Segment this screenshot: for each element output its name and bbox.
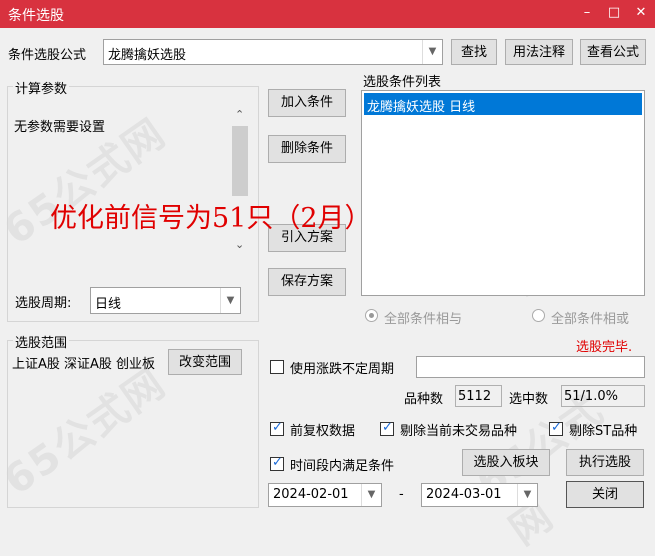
exclude-untraded-label: 剔除当前未交易品种 — [400, 424, 518, 439]
scroll-thumb[interactable] — [232, 126, 248, 196]
adjust-label: 前复权数据 — [290, 424, 356, 439]
delete-condition-button[interactable]: 删除条件 — [268, 135, 346, 163]
overlay-annotation: 优化前信号为51只（2月） — [50, 203, 372, 234]
adjust-checkbox[interactable]: ✓ — [270, 420, 284, 436]
execute-button[interactable]: 执行选股 — [566, 449, 644, 476]
chevron-down-icon[interactable]: ▼ — [422, 40, 442, 64]
count-label: 品种数 — [404, 392, 444, 407]
condition-list-label: 选股条件列表 — [363, 75, 442, 90]
exclude-untraded-checkbox[interactable]: ✓ — [380, 420, 394, 436]
or-label: 全部条件相或 — [551, 312, 630, 327]
window-title: 条件选股 — [8, 8, 64, 24]
time-range-label: 时间段内满足条件 — [290, 459, 395, 474]
close-icon[interactable]: ✕ — [630, 3, 652, 23]
selected-value-box: 51/1.0% — [561, 385, 645, 407]
params-text: 无参数需要设置 — [14, 120, 106, 135]
range-text: 上证A股 深证A股 创业板 — [12, 357, 156, 372]
exclude-st-checkbox[interactable]: ✓ — [549, 420, 563, 436]
check-icon: ✓ — [551, 420, 562, 435]
view-formula-button[interactable]: 查看公式 — [580, 39, 646, 65]
condition-item-text: 龙腾擒妖选股 日线 — [367, 100, 476, 115]
end-date-picker[interactable]: 2024-03-01 ▼ — [421, 483, 538, 507]
uncertain-period-input[interactable] — [416, 356, 645, 378]
and-radio[interactable] — [365, 309, 378, 322]
usage-button[interactable]: 用法注释 — [505, 39, 573, 65]
or-radio[interactable] — [532, 309, 545, 322]
find-button[interactable]: 查找 — [451, 39, 497, 65]
end-date-value: 2024-03-01 — [426, 487, 502, 502]
period-combo[interactable]: 日线 ▼ — [90, 287, 241, 314]
add-condition-button[interactable]: 加入条件 — [268, 89, 346, 117]
check-icon: ✓ — [272, 420, 283, 435]
and-label: 全部条件相与 — [384, 312, 463, 327]
chevron-down-icon[interactable]: ▼ — [220, 288, 240, 313]
maximize-icon[interactable]: □ — [603, 3, 625, 23]
uncertain-period-label: 使用涨跌不定周期 — [290, 362, 395, 377]
status-text: 选股完毕. — [576, 340, 633, 355]
count-value: 5112 — [458, 389, 492, 404]
period-label: 选股周期: — [15, 296, 72, 311]
formula-combo[interactable]: 龙腾擒妖选股 ▼ — [103, 39, 443, 65]
count-value-box: 5112 — [455, 385, 502, 407]
save-scheme-button[interactable]: 保存方案 — [268, 268, 346, 296]
period-value: 日线 — [95, 297, 122, 312]
chevron-down-icon[interactable]: ▼ — [517, 484, 537, 506]
exclude-st-label: 剔除ST品种 — [569, 424, 638, 439]
formula-label: 条件选股公式 — [8, 48, 87, 63]
params-legend: 计算参数 — [13, 78, 70, 97]
to-block-button[interactable]: 选股入板块 — [462, 449, 550, 476]
title-bar: 条件选股 – □ ✕ — [0, 0, 655, 28]
check-icon: ✓ — [382, 420, 393, 435]
condition-list-item[interactable]: 龙腾擒妖选股 日线 — [364, 93, 642, 115]
start-date-value: 2024-02-01 — [273, 487, 349, 502]
range-legend: 选股范围 — [13, 332, 70, 351]
selected-label: 选中数 — [509, 392, 549, 407]
close-button[interactable]: 关闭 — [566, 481, 644, 508]
chevron-down-icon[interactable]: ▼ — [361, 484, 381, 506]
uncertain-period-checkbox[interactable] — [270, 360, 284, 374]
condition-list[interactable]: 龙腾擒妖选股 日线 — [361, 90, 645, 296]
date-separator: - — [399, 487, 404, 502]
scroll-down-icon[interactable]: ⌄ — [235, 238, 244, 251]
change-range-button[interactable]: 改变范围 — [168, 349, 242, 375]
radio-dot — [369, 313, 374, 318]
minimize-icon[interactable]: – — [576, 3, 598, 23]
selected-value: 51/1.0% — [564, 389, 618, 404]
formula-value: 龙腾擒妖选股 — [108, 48, 187, 63]
check-icon: ✓ — [272, 455, 283, 470]
time-range-checkbox[interactable]: ✓ — [270, 455, 284, 471]
start-date-picker[interactable]: 2024-02-01 ▼ — [268, 483, 382, 507]
scroll-up-icon[interactable]: ⌃ — [235, 108, 244, 121]
